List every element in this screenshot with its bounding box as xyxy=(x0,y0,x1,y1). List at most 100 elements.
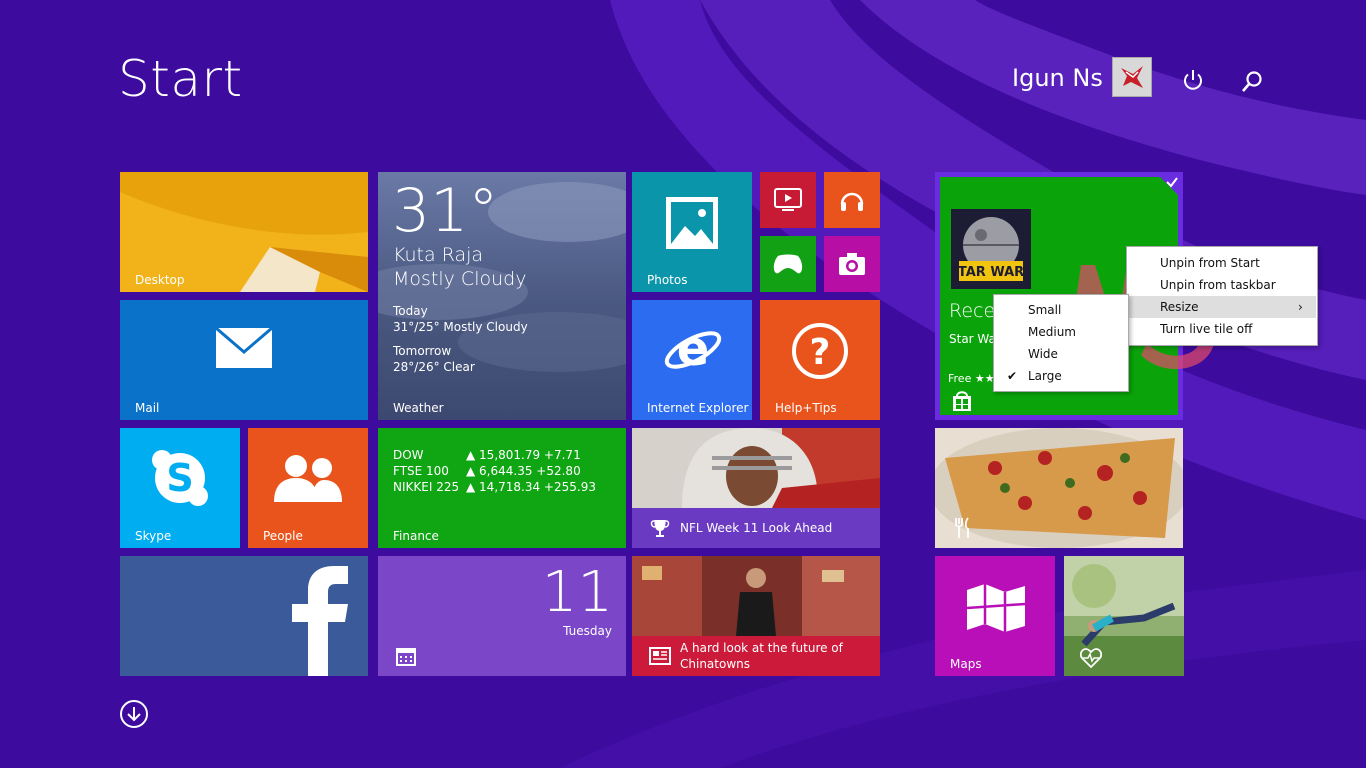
tile-ie-label: Internet Explorer xyxy=(647,401,749,415)
tile-context-menu: Unpin from Start Unpin from taskbar Resi… xyxy=(1126,246,1318,346)
avatar[interactable] xyxy=(1112,57,1152,97)
tile-video[interactable] xyxy=(760,172,816,228)
tile-games[interactable] xyxy=(760,236,816,292)
heart-pulse-icon xyxy=(1080,648,1102,668)
game-controller-icon xyxy=(773,254,803,274)
calendar-day: 11 xyxy=(541,560,613,625)
finance-index-name: DOW xyxy=(393,448,424,462)
svg-text:S: S xyxy=(166,456,193,500)
store-app-subtitle: Star Wa xyxy=(949,332,996,346)
calendar-weekday: Tuesday xyxy=(563,624,612,638)
tile-help-label: Help+Tips xyxy=(775,401,837,415)
tile-desktop[interactable]: Desktop xyxy=(120,172,368,292)
tile-people[interactable]: People xyxy=(248,428,368,548)
tile-photos[interactable]: Photos xyxy=(632,172,752,292)
menu-unpin-start[interactable]: Unpin from Start xyxy=(1127,252,1317,274)
football-player-image xyxy=(632,428,880,508)
resize-submenu: Small Medium Wide ✔ Large xyxy=(993,294,1129,392)
weather-today-forecast: 31°/25° Mostly Cloudy xyxy=(393,320,528,334)
user-name[interactable]: Igun Ns xyxy=(1012,64,1103,92)
selected-check-icon xyxy=(1157,174,1181,198)
tile-music[interactable] xyxy=(824,172,880,228)
menu-live-tile-off-label: Turn live tile off xyxy=(1160,322,1253,336)
weather-today-label: Today xyxy=(393,304,428,318)
video-icon xyxy=(774,188,802,211)
news-headline-line1: A hard look at the future of xyxy=(680,641,843,655)
tile-help-tips[interactable]: ? Help+Tips xyxy=(760,300,880,420)
star-wars-app-icon: STAR WARS xyxy=(951,209,1031,289)
facebook-icon xyxy=(292,566,348,676)
chinatown-photo-image xyxy=(632,556,880,636)
resize-small[interactable]: Small xyxy=(994,299,1128,321)
weather-city: Kuta Raja xyxy=(393,244,484,266)
menu-unpin-taskbar[interactable]: Unpin from taskbar xyxy=(1127,274,1317,296)
newspaper-icon xyxy=(649,647,671,665)
fork-knife-icon xyxy=(955,517,969,538)
chevron-right-icon: › xyxy=(1298,300,1303,314)
finance-index-name: NIKKEI 225 xyxy=(393,480,460,494)
resize-medium-label: Medium xyxy=(1028,325,1076,339)
internet-explorer-icon: e xyxy=(664,321,722,377)
weather-condition: Mostly Cloudy xyxy=(393,268,527,290)
tile-mail-label: Mail xyxy=(135,401,160,415)
news-headline-line2: Chinatowns xyxy=(680,657,750,671)
svg-text:e: e xyxy=(677,321,710,377)
tile-skype[interactable]: S Skype xyxy=(120,428,240,548)
start-title: Start xyxy=(118,50,243,108)
finance-index-value: ▲ 15,801.79 +7.71 xyxy=(466,448,581,462)
tile-people-label: People xyxy=(263,529,303,543)
resize-large[interactable]: ✔ Large xyxy=(994,365,1128,387)
tile-weather[interactable]: 31° Kuta Raja Mostly Cloudy Today 31°/25… xyxy=(378,172,626,420)
headphones-icon xyxy=(840,192,864,211)
tile-finance[interactable]: DOW ▲ 15,801.79 +7.71 FTSE 100 ▲ 6,644.3… xyxy=(378,428,626,548)
finance-index-name: FTSE 100 xyxy=(393,464,449,478)
power-icon[interactable] xyxy=(1181,68,1205,92)
resize-wide-label: Wide xyxy=(1028,347,1058,361)
finance-index-value: ▲ 14,718.34 +255.93 xyxy=(466,480,596,494)
avatar-image xyxy=(1121,66,1143,88)
camera-icon xyxy=(839,253,865,275)
store-app-price: Free ★★ xyxy=(948,372,995,385)
envelope-icon xyxy=(216,328,272,368)
tile-food-drink[interactable] xyxy=(935,428,1183,548)
tile-news[interactable]: A hard look at the future of Chinatowns xyxy=(632,556,880,676)
resize-wide[interactable]: Wide xyxy=(994,343,1128,365)
tile-camera[interactable] xyxy=(824,236,880,292)
people-icon xyxy=(274,455,342,502)
tile-maps[interactable]: Maps xyxy=(935,556,1055,676)
tile-facebook[interactable] xyxy=(120,556,368,676)
menu-resize[interactable]: Resize › xyxy=(1128,296,1316,318)
menu-unpin-start-label: Unpin from Start xyxy=(1160,256,1260,270)
tile-calendar[interactable]: 11 Tuesday xyxy=(378,556,626,676)
skype-icon: S xyxy=(152,450,208,506)
weather-tomorrow-label: Tomorrow xyxy=(393,344,452,358)
tile-sport[interactable]: NFL Week 11 Look Ahead xyxy=(632,428,880,548)
tile-weather-label: Weather xyxy=(393,401,444,415)
weather-tomorrow-forecast: 28°/26° Clear xyxy=(393,360,475,374)
search-icon[interactable] xyxy=(1240,70,1264,94)
tile-maps-label: Maps xyxy=(950,657,982,671)
tile-desktop-label: Desktop xyxy=(135,273,185,287)
tile-internet-explorer[interactable]: e Internet Explorer xyxy=(632,300,752,420)
resize-large-label: Large xyxy=(1028,369,1062,383)
photo-icon xyxy=(666,197,718,249)
checkmark-icon: ✔ xyxy=(1007,369,1018,383)
resize-small-label: Small xyxy=(1028,303,1062,317)
tile-mail[interactable]: Mail xyxy=(120,300,368,420)
question-mark-icon: ? xyxy=(792,323,848,379)
tile-finance-label: Finance xyxy=(393,529,439,543)
tile-skype-label: Skype xyxy=(135,529,172,543)
menu-unpin-taskbar-label: Unpin from taskbar xyxy=(1160,278,1276,292)
menu-live-tile-off[interactable]: Turn live tile off xyxy=(1127,318,1317,340)
menu-resize-label: Resize xyxy=(1160,300,1199,314)
weather-temperature: 31° xyxy=(392,176,499,246)
resize-medium[interactable]: Medium xyxy=(994,321,1128,343)
map-icon xyxy=(966,584,1026,632)
tile-health-fitness[interactable] xyxy=(1064,556,1184,676)
svg-text:?: ? xyxy=(810,332,831,373)
sport-headline: NFL Week 11 Look Ahead xyxy=(680,521,833,535)
store-app-title: Rece xyxy=(949,300,996,322)
calendar-icon xyxy=(396,648,416,666)
trophy-icon xyxy=(650,520,670,537)
down-arrow-circle-icon[interactable] xyxy=(119,699,149,729)
